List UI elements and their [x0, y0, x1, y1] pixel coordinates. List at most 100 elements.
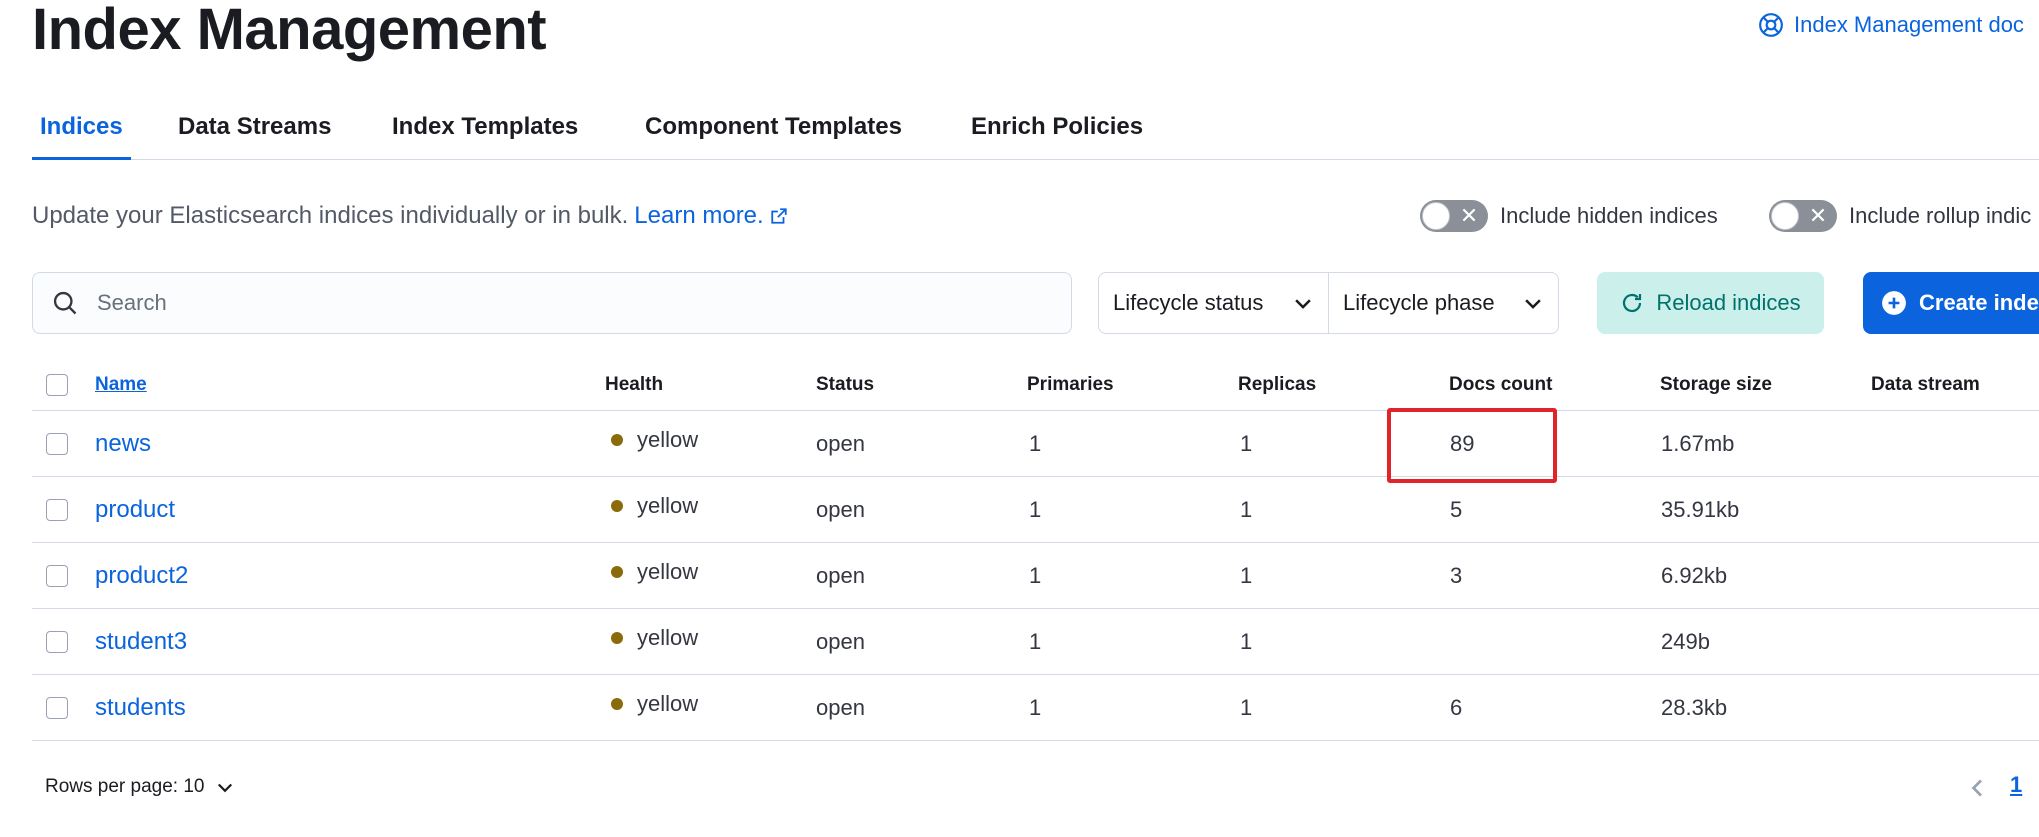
external-link-icon: [771, 208, 787, 224]
row-checkbox[interactable]: [46, 630, 68, 653]
description-text: Update your Elasticsearch indices indivi…: [32, 202, 629, 229]
index-name-link[interactable]: student3: [95, 628, 187, 656]
indices-table: Name Health Status Primaries Replicas Do…: [32, 360, 2039, 741]
row-select-cell: [46, 411, 68, 476]
status-cell: open: [816, 562, 865, 588]
lifecycle-phase-filter[interactable]: Lifecycle phase: [1328, 273, 1558, 333]
health-value: yellow: [637, 426, 699, 452]
health-value: yellow: [637, 690, 699, 716]
rows-per-page-label: Rows per page: 10: [45, 776, 205, 797]
tab-index-templates[interactable]: Index Templates: [384, 110, 586, 160]
health-cell: yellow: [611, 477, 698, 542]
health-cell: yellow: [611, 675, 698, 740]
docs-count-cell: 3: [1450, 562, 1463, 588]
row-select-cell: [46, 477, 68, 542]
health-dot-icon: [611, 433, 623, 446]
plus-circle-icon: [1882, 291, 1906, 315]
select-all-checkbox[interactable]: [46, 374, 68, 396]
lifecycle-phase-label: Lifecycle phase: [1343, 290, 1495, 315]
row-checkbox[interactable]: [46, 696, 68, 719]
health-dot-icon: [611, 499, 623, 512]
status-cell: open: [816, 430, 865, 456]
search-icon: [53, 291, 77, 315]
row-select-cell: [46, 675, 68, 740]
column-header-status: Status: [816, 374, 875, 395]
storage-size-cell: 28.3kb: [1661, 694, 1728, 720]
hidden-indices-toggle-group: Include hidden indices: [1420, 200, 1718, 232]
row-checkbox[interactable]: [46, 564, 68, 587]
health-value: yellow: [637, 624, 699, 650]
row-select-cell: [46, 609, 68, 674]
refresh-icon: [1623, 293, 1642, 313]
index-name-cell: news: [95, 411, 151, 476]
replicas-cell: 1: [1240, 562, 1253, 588]
table-header-row: Name Health Status Primaries Replicas Do…: [32, 360, 2039, 411]
column-header-name[interactable]: Name: [95, 360, 147, 410]
replicas-cell: 1: [1240, 694, 1253, 720]
health-cell: yellow: [611, 609, 698, 674]
rollup-indices-switch[interactable]: [1769, 200, 1837, 232]
page-title: Index Management: [32, 0, 547, 62]
search-box: [32, 272, 1072, 334]
create-index-label: Create inde: [1919, 290, 2039, 315]
lifecycle-filter-group: Lifecycle status Lifecycle phase: [1098, 272, 1559, 334]
index-name-cell: product: [95, 477, 175, 542]
column-header-health: Health: [605, 374, 664, 395]
index-name-link[interactable]: news: [95, 430, 151, 458]
lifecycle-status-label: Lifecycle status: [1113, 290, 1264, 315]
index-name-link[interactable]: product: [95, 496, 175, 524]
index-name-link[interactable]: students: [95, 694, 186, 722]
table-row: product yellow open 1 1 5 35.91kb: [32, 477, 2039, 543]
storage-size-cell: 249b: [1661, 628, 1710, 654]
replicas-cell: 1: [1240, 628, 1253, 654]
hidden-indices-switch[interactable]: [1420, 200, 1488, 232]
tab-enrich-policies[interactable]: Enrich Policies: [963, 110, 1151, 160]
pagination-page-1[interactable]: 1: [2010, 772, 2022, 798]
column-header-storage-size: Storage size: [1660, 374, 1772, 395]
docs-link-label: Index Management doc: [1794, 12, 2024, 37]
reload-indices-button[interactable]: Reload indices: [1597, 272, 1824, 334]
tab-component-templates[interactable]: Component Templates: [637, 110, 910, 160]
rollup-indices-toggle-group: Include rollup indic: [1769, 200, 2031, 232]
chevron-down-icon: [217, 783, 232, 793]
docs-link[interactable]: Index Management doc: [1758, 12, 2024, 38]
health-cell: yellow: [611, 543, 698, 608]
column-header-replicas: Replicas: [1238, 374, 1317, 395]
primaries-cell: 1: [1029, 430, 1042, 456]
storage-size-cell: 1.67mb: [1661, 430, 1735, 456]
status-cell: open: [816, 496, 865, 522]
row-select-cell: [46, 543, 68, 608]
status-cell: open: [816, 694, 865, 720]
index-name-cell: product2: [95, 543, 188, 608]
search-input[interactable]: [97, 290, 997, 316]
tab-data-streams[interactable]: Data Streams: [170, 110, 339, 160]
chevron-left-icon[interactable]: [1966, 776, 1990, 800]
health-dot-icon: [611, 697, 623, 710]
column-header-docs-count: Docs count: [1449, 374, 1553, 395]
tab-indices[interactable]: Indices: [32, 110, 131, 160]
select-all-cell: [46, 360, 68, 410]
row-checkbox[interactable]: [46, 498, 68, 521]
lifecycle-status-filter[interactable]: Lifecycle status: [1099, 273, 1328, 333]
health-dot-icon: [611, 631, 623, 644]
health-value: yellow: [637, 492, 699, 518]
primaries-cell: 1: [1029, 496, 1042, 522]
index-name-link[interactable]: product2: [95, 562, 188, 590]
table-row: product2 yellow open 1 1 3 6.92kb: [32, 543, 2039, 609]
rollup-indices-label: Include rollup indic: [1849, 203, 2032, 228]
index-name-cell: students: [95, 675, 186, 740]
table-row: student3 yellow open 1 1 249b: [32, 609, 2039, 675]
row-checkbox[interactable]: [46, 432, 68, 455]
create-index-button[interactable]: Create inde: [1863, 272, 2039, 334]
primaries-cell: 1: [1029, 562, 1042, 588]
health-value: yellow: [637, 558, 699, 584]
replicas-cell: 1: [1240, 430, 1253, 456]
status-cell: open: [816, 628, 865, 654]
learn-more-link[interactable]: Learn more.: [634, 202, 787, 229]
chevron-down-icon: [1525, 299, 1541, 309]
table-row: students yellow open 1 1 6 28.3kb: [32, 675, 2039, 741]
index-name-cell: student3: [95, 609, 187, 674]
rows-per-page-selector[interactable]: Rows per page: 10: [45, 776, 235, 798]
replicas-cell: 1: [1240, 496, 1253, 522]
tab-bar: Indices Data Streams Index Templates Com…: [32, 100, 2039, 160]
